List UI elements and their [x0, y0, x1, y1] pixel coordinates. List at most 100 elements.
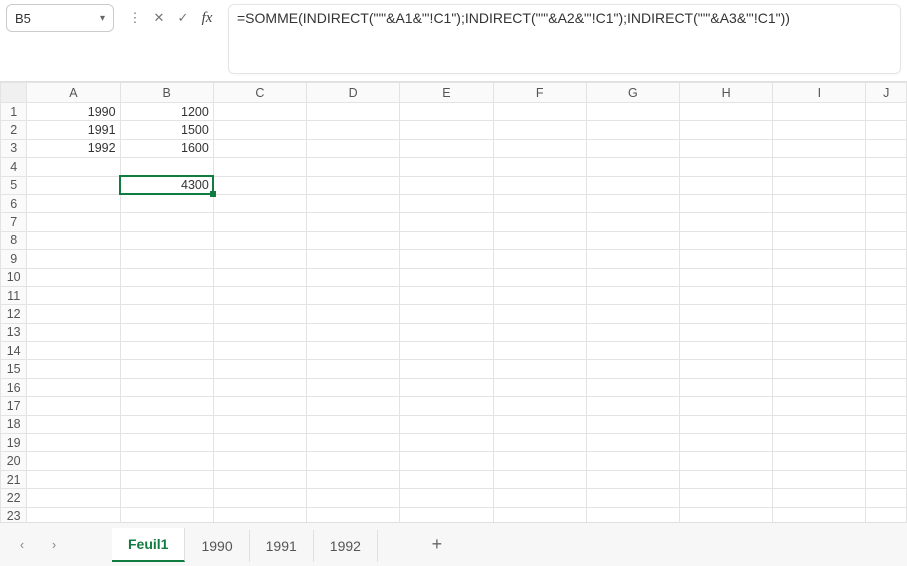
cell-G8[interactable]: [586, 231, 679, 249]
cell-H21[interactable]: [679, 470, 772, 488]
cell-D1[interactable]: [307, 103, 400, 121]
row-header-11[interactable]: 11: [1, 286, 27, 304]
cell-E10[interactable]: [400, 268, 493, 286]
cell-H16[interactable]: [679, 378, 772, 396]
cell-A7[interactable]: [27, 213, 120, 231]
cell-B6[interactable]: [120, 194, 213, 212]
row-header-4[interactable]: 4: [1, 158, 27, 176]
row-header-23[interactable]: 23: [1, 507, 27, 522]
cell-D6[interactable]: [307, 194, 400, 212]
cell-I4[interactable]: [773, 158, 866, 176]
cell-I7[interactable]: [773, 213, 866, 231]
cell-C1[interactable]: [213, 103, 306, 121]
cell-D10[interactable]: [307, 268, 400, 286]
cell-I23[interactable]: [773, 507, 866, 522]
cell-F22[interactable]: [493, 489, 586, 507]
cell-E4[interactable]: [400, 158, 493, 176]
cell-C7[interactable]: [213, 213, 306, 231]
cell-G15[interactable]: [586, 360, 679, 378]
cell-E22[interactable]: [400, 489, 493, 507]
cell-A22[interactable]: [27, 489, 120, 507]
cell-F3[interactable]: [493, 139, 586, 157]
row-header-12[interactable]: 12: [1, 305, 27, 323]
row-header-22[interactable]: 22: [1, 489, 27, 507]
cell-I17[interactable]: [773, 397, 866, 415]
col-header-F[interactable]: F: [493, 83, 586, 103]
cell-B19[interactable]: [120, 434, 213, 452]
cell-I13[interactable]: [773, 323, 866, 341]
cell-I22[interactable]: [773, 489, 866, 507]
cell-C22[interactable]: [213, 489, 306, 507]
cell-F5[interactable]: [493, 176, 586, 194]
cell-J22[interactable]: [866, 489, 907, 507]
cell-H20[interactable]: [679, 452, 772, 470]
col-header-E[interactable]: E: [400, 83, 493, 103]
cell-A5[interactable]: [27, 176, 120, 194]
col-header-H[interactable]: H: [679, 83, 772, 103]
cell-F21[interactable]: [493, 470, 586, 488]
row-header-8[interactable]: 8: [1, 231, 27, 249]
cell-I20[interactable]: [773, 452, 866, 470]
cell-A15[interactable]: [27, 360, 120, 378]
cell-G6[interactable]: [586, 194, 679, 212]
cell-H19[interactable]: [679, 434, 772, 452]
col-header-A[interactable]: A: [27, 83, 120, 103]
cell-J20[interactable]: [866, 452, 907, 470]
cell-A10[interactable]: [27, 268, 120, 286]
cell-H5[interactable]: [679, 176, 772, 194]
cell-J15[interactable]: [866, 360, 907, 378]
fx-icon[interactable]: fx: [196, 7, 218, 29]
cell-C4[interactable]: [213, 158, 306, 176]
cell-H18[interactable]: [679, 415, 772, 433]
row-header-17[interactable]: 17: [1, 397, 27, 415]
cell-B4[interactable]: [120, 158, 213, 176]
cell-I19[interactable]: [773, 434, 866, 452]
cell-E18[interactable]: [400, 415, 493, 433]
sheet-tab-1990[interactable]: 1990: [185, 530, 249, 562]
cell-G13[interactable]: [586, 323, 679, 341]
cell-C21[interactable]: [213, 470, 306, 488]
cell-D23[interactable]: [307, 507, 400, 522]
cell-E5[interactable]: [400, 176, 493, 194]
cell-F18[interactable]: [493, 415, 586, 433]
cell-F6[interactable]: [493, 194, 586, 212]
cell-I16[interactable]: [773, 378, 866, 396]
add-sheet-button[interactable]: +: [422, 530, 452, 560]
name-box[interactable]: B5 ▾: [6, 4, 114, 32]
cell-C19[interactable]: [213, 434, 306, 452]
cell-G5[interactable]: [586, 176, 679, 194]
cell-C9[interactable]: [213, 250, 306, 268]
cell-A1[interactable]: 1990: [27, 103, 120, 121]
col-header-G[interactable]: G: [586, 83, 679, 103]
cell-I11[interactable]: [773, 286, 866, 304]
cell-B5[interactable]: 4300: [120, 176, 213, 194]
cell-D18[interactable]: [307, 415, 400, 433]
cell-J3[interactable]: [866, 139, 907, 157]
cell-F16[interactable]: [493, 378, 586, 396]
cell-H12[interactable]: [679, 305, 772, 323]
cell-E19[interactable]: [400, 434, 493, 452]
cell-B22[interactable]: [120, 489, 213, 507]
cell-E16[interactable]: [400, 378, 493, 396]
cell-F14[interactable]: [493, 342, 586, 360]
sheet-tab-Feuil1[interactable]: Feuil1: [112, 528, 185, 562]
cell-J11[interactable]: [866, 286, 907, 304]
cell-G20[interactable]: [586, 452, 679, 470]
cell-F15[interactable]: [493, 360, 586, 378]
cell-C15[interactable]: [213, 360, 306, 378]
cell-A8[interactable]: [27, 231, 120, 249]
row-header-10[interactable]: 10: [1, 268, 27, 286]
cell-J1[interactable]: [866, 103, 907, 121]
spreadsheet-grid[interactable]: ABCDEFGHIJ119901200219911500319921600454…: [0, 82, 907, 522]
cell-F1[interactable]: [493, 103, 586, 121]
cell-H1[interactable]: [679, 103, 772, 121]
cell-J6[interactable]: [866, 194, 907, 212]
cell-A13[interactable]: [27, 323, 120, 341]
cell-B8[interactable]: [120, 231, 213, 249]
cell-B15[interactable]: [120, 360, 213, 378]
cell-E1[interactable]: [400, 103, 493, 121]
cell-B17[interactable]: [120, 397, 213, 415]
cell-E17[interactable]: [400, 397, 493, 415]
col-header-D[interactable]: D: [307, 83, 400, 103]
cell-I1[interactable]: [773, 103, 866, 121]
